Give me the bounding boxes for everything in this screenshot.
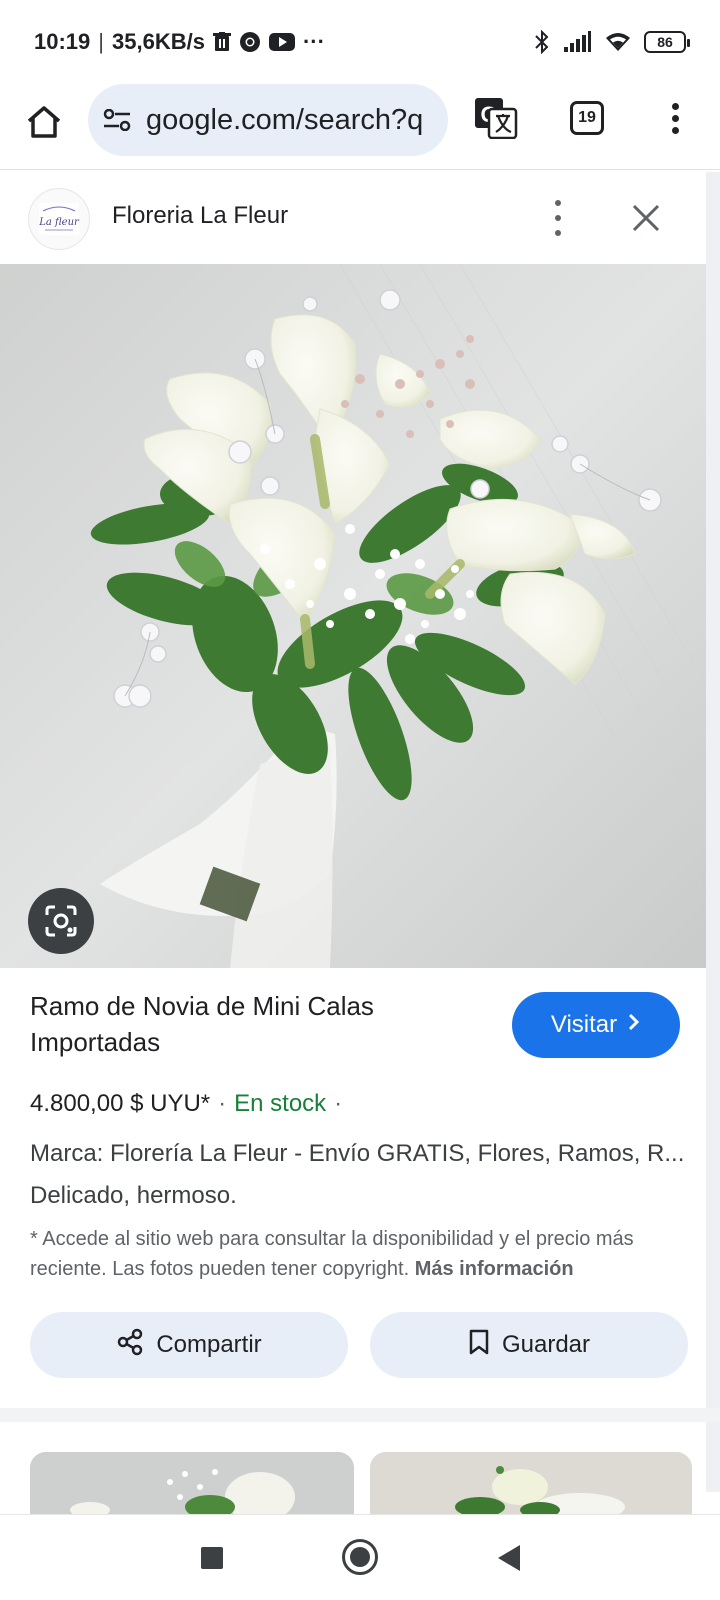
status-right: 86 [534,30,690,54]
visit-button[interactable]: Visitar [512,992,680,1058]
product-description: Delicado, hermoso. [30,1182,237,1209]
brand-line: Marca: Florería La Fleur - Envío GRATIS,… [30,1140,685,1167]
tab-switcher-button[interactable]: 19 [570,101,604,135]
save-label: Guardar [501,1331,591,1358]
status-left: 10:19 | 35,6KB/s ··· [34,29,325,55]
scroll-track [706,172,720,1492]
battery-indicator: 86 [644,31,690,53]
status-bar: 10:19 | 35,6KB/s ··· 86 [0,0,720,84]
section-divider [0,1408,720,1422]
translate-icon[interactable]: G [474,96,518,140]
trash-icon [212,32,231,52]
address-bar[interactable]: google.com/search?q [88,84,448,156]
status-time: 10:19 [34,29,91,54]
recents-icon[interactable] [201,1547,223,1569]
product-image[interactable] [0,264,706,968]
related-image-1[interactable] [30,1452,354,1514]
signal-icon [562,31,592,53]
share-icon [116,1328,144,1363]
more-info-link[interactable]: Más información [415,1258,574,1280]
price-row: 4.800,00 $ UYU* · En stock · [30,1090,342,1118]
source-header: La fleur Floreria La Fleur [0,172,706,264]
share-button[interactable]: Compartir [30,1312,348,1378]
system-nav-bar [0,1514,720,1600]
stock-status: En stock [234,1090,327,1117]
more-vert-icon[interactable] [660,98,690,138]
youtube-icon [268,32,295,52]
share-label: Compartir [156,1331,262,1358]
status-more: ··· [302,29,325,54]
save-button[interactable]: Guardar [370,1312,688,1378]
browser-toolbar: google.com/search?q G 19 [0,84,720,170]
separator-dot-2: · [334,1090,343,1117]
chevron-right-icon [627,1011,641,1039]
source-logo[interactable]: La fleur [28,188,90,250]
source-name[interactable]: Floreria La Fleur [112,202,288,230]
wifi-icon [604,31,632,53]
chrome-icon [239,31,261,53]
visit-label: Visitar [550,1011,618,1038]
bluetooth-icon [534,30,550,54]
related-image-2[interactable] [370,1452,692,1514]
status-separator: | [98,29,104,54]
nav-home-icon[interactable] [342,1539,378,1575]
source-logo-text: La fleur [38,217,80,228]
network-speed: 35,6KB/s [112,29,205,54]
url-text: google.com/search?q [146,103,424,136]
home-icon[interactable] [24,102,64,142]
close-icon[interactable] [628,200,664,236]
source-more-icon[interactable] [550,200,566,236]
lens-icon[interactable] [28,888,94,954]
product-title: Ramo de Novia de Mini Calas Importadas [30,991,374,1057]
tune-icon[interactable] [102,105,132,135]
back-icon[interactable] [498,1545,520,1571]
bookmark-icon [468,1329,490,1362]
separator-dot: · [218,1090,227,1117]
disclaimer: * Accede al sitio web para consultar la … [30,1224,690,1284]
price: 4.800,00 $ UYU* [30,1090,211,1117]
